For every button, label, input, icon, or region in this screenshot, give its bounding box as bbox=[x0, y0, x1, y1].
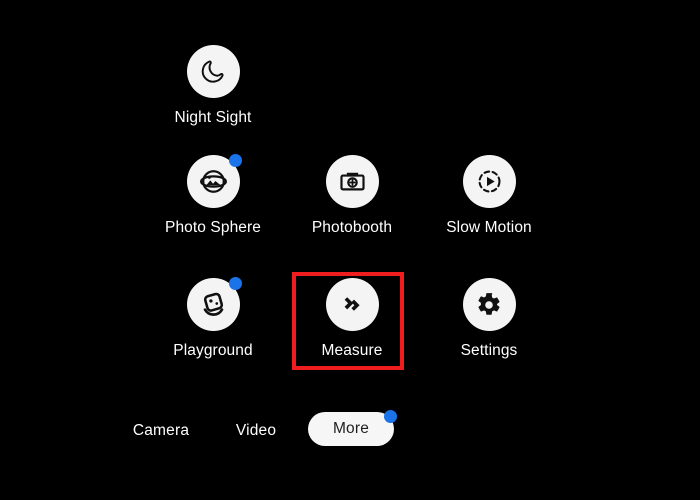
measure-arrow-icon[interactable] bbox=[325, 278, 379, 331]
mode-tile-photo-sphere[interactable]: Photo Sphere bbox=[145, 154, 281, 237]
photobooth-icon-wrap bbox=[325, 155, 379, 208]
bottom-tab-more[interactable]: More bbox=[308, 412, 394, 446]
measure-icon-wrap bbox=[325, 278, 379, 331]
camera-more-modes-screen: Night Sight Photo Sphere Photobooth Slow… bbox=[0, 0, 700, 500]
playground-icon-wrap bbox=[186, 277, 242, 331]
mode-label-night-sight: Night Sight bbox=[174, 109, 252, 126]
moon-icon[interactable] bbox=[186, 45, 240, 98]
mode-tile-night-sight[interactable]: Night Sight bbox=[145, 45, 281, 127]
mode-tile-measure[interactable]: Measure bbox=[284, 278, 420, 360]
mode-tile-playground[interactable]: Playground bbox=[145, 277, 281, 360]
mode-tile-photobooth[interactable]: Photobooth bbox=[284, 155, 420, 237]
mode-label-photo-sphere: Photo Sphere bbox=[165, 219, 261, 236]
mode-label-photobooth: Photobooth bbox=[311, 219, 393, 236]
slow-motion-icon-wrap bbox=[462, 155, 516, 208]
mode-label-slow-motion: Slow Motion bbox=[446, 219, 532, 236]
night-sight-icon-wrap bbox=[186, 45, 240, 98]
bottom-tab-more-wrap: More bbox=[308, 410, 398, 448]
photo-sphere-new-badge bbox=[228, 154, 242, 167]
photo-sphere-icon-wrap bbox=[186, 154, 242, 208]
mode-label-playground: Playground bbox=[173, 342, 253, 359]
more-new-badge bbox=[384, 410, 397, 423]
bottom-tab-camera[interactable]: Camera bbox=[116, 410, 206, 452]
mode-tile-settings[interactable]: Settings bbox=[421, 278, 557, 360]
bottom-mode-bar: Camera Video More bbox=[0, 410, 700, 452]
mode-tile-slow-motion[interactable]: Slow Motion bbox=[421, 155, 557, 237]
playground-new-badge bbox=[228, 277, 242, 290]
photobooth-camera-icon[interactable] bbox=[325, 155, 379, 208]
mode-label-measure: Measure bbox=[321, 342, 383, 359]
gear-icon[interactable] bbox=[462, 278, 516, 331]
settings-icon-wrap bbox=[462, 278, 516, 331]
mode-label-settings: Settings bbox=[460, 342, 518, 359]
bottom-tab-video[interactable]: Video bbox=[216, 410, 296, 452]
slow-motion-play-icon[interactable] bbox=[462, 155, 516, 208]
